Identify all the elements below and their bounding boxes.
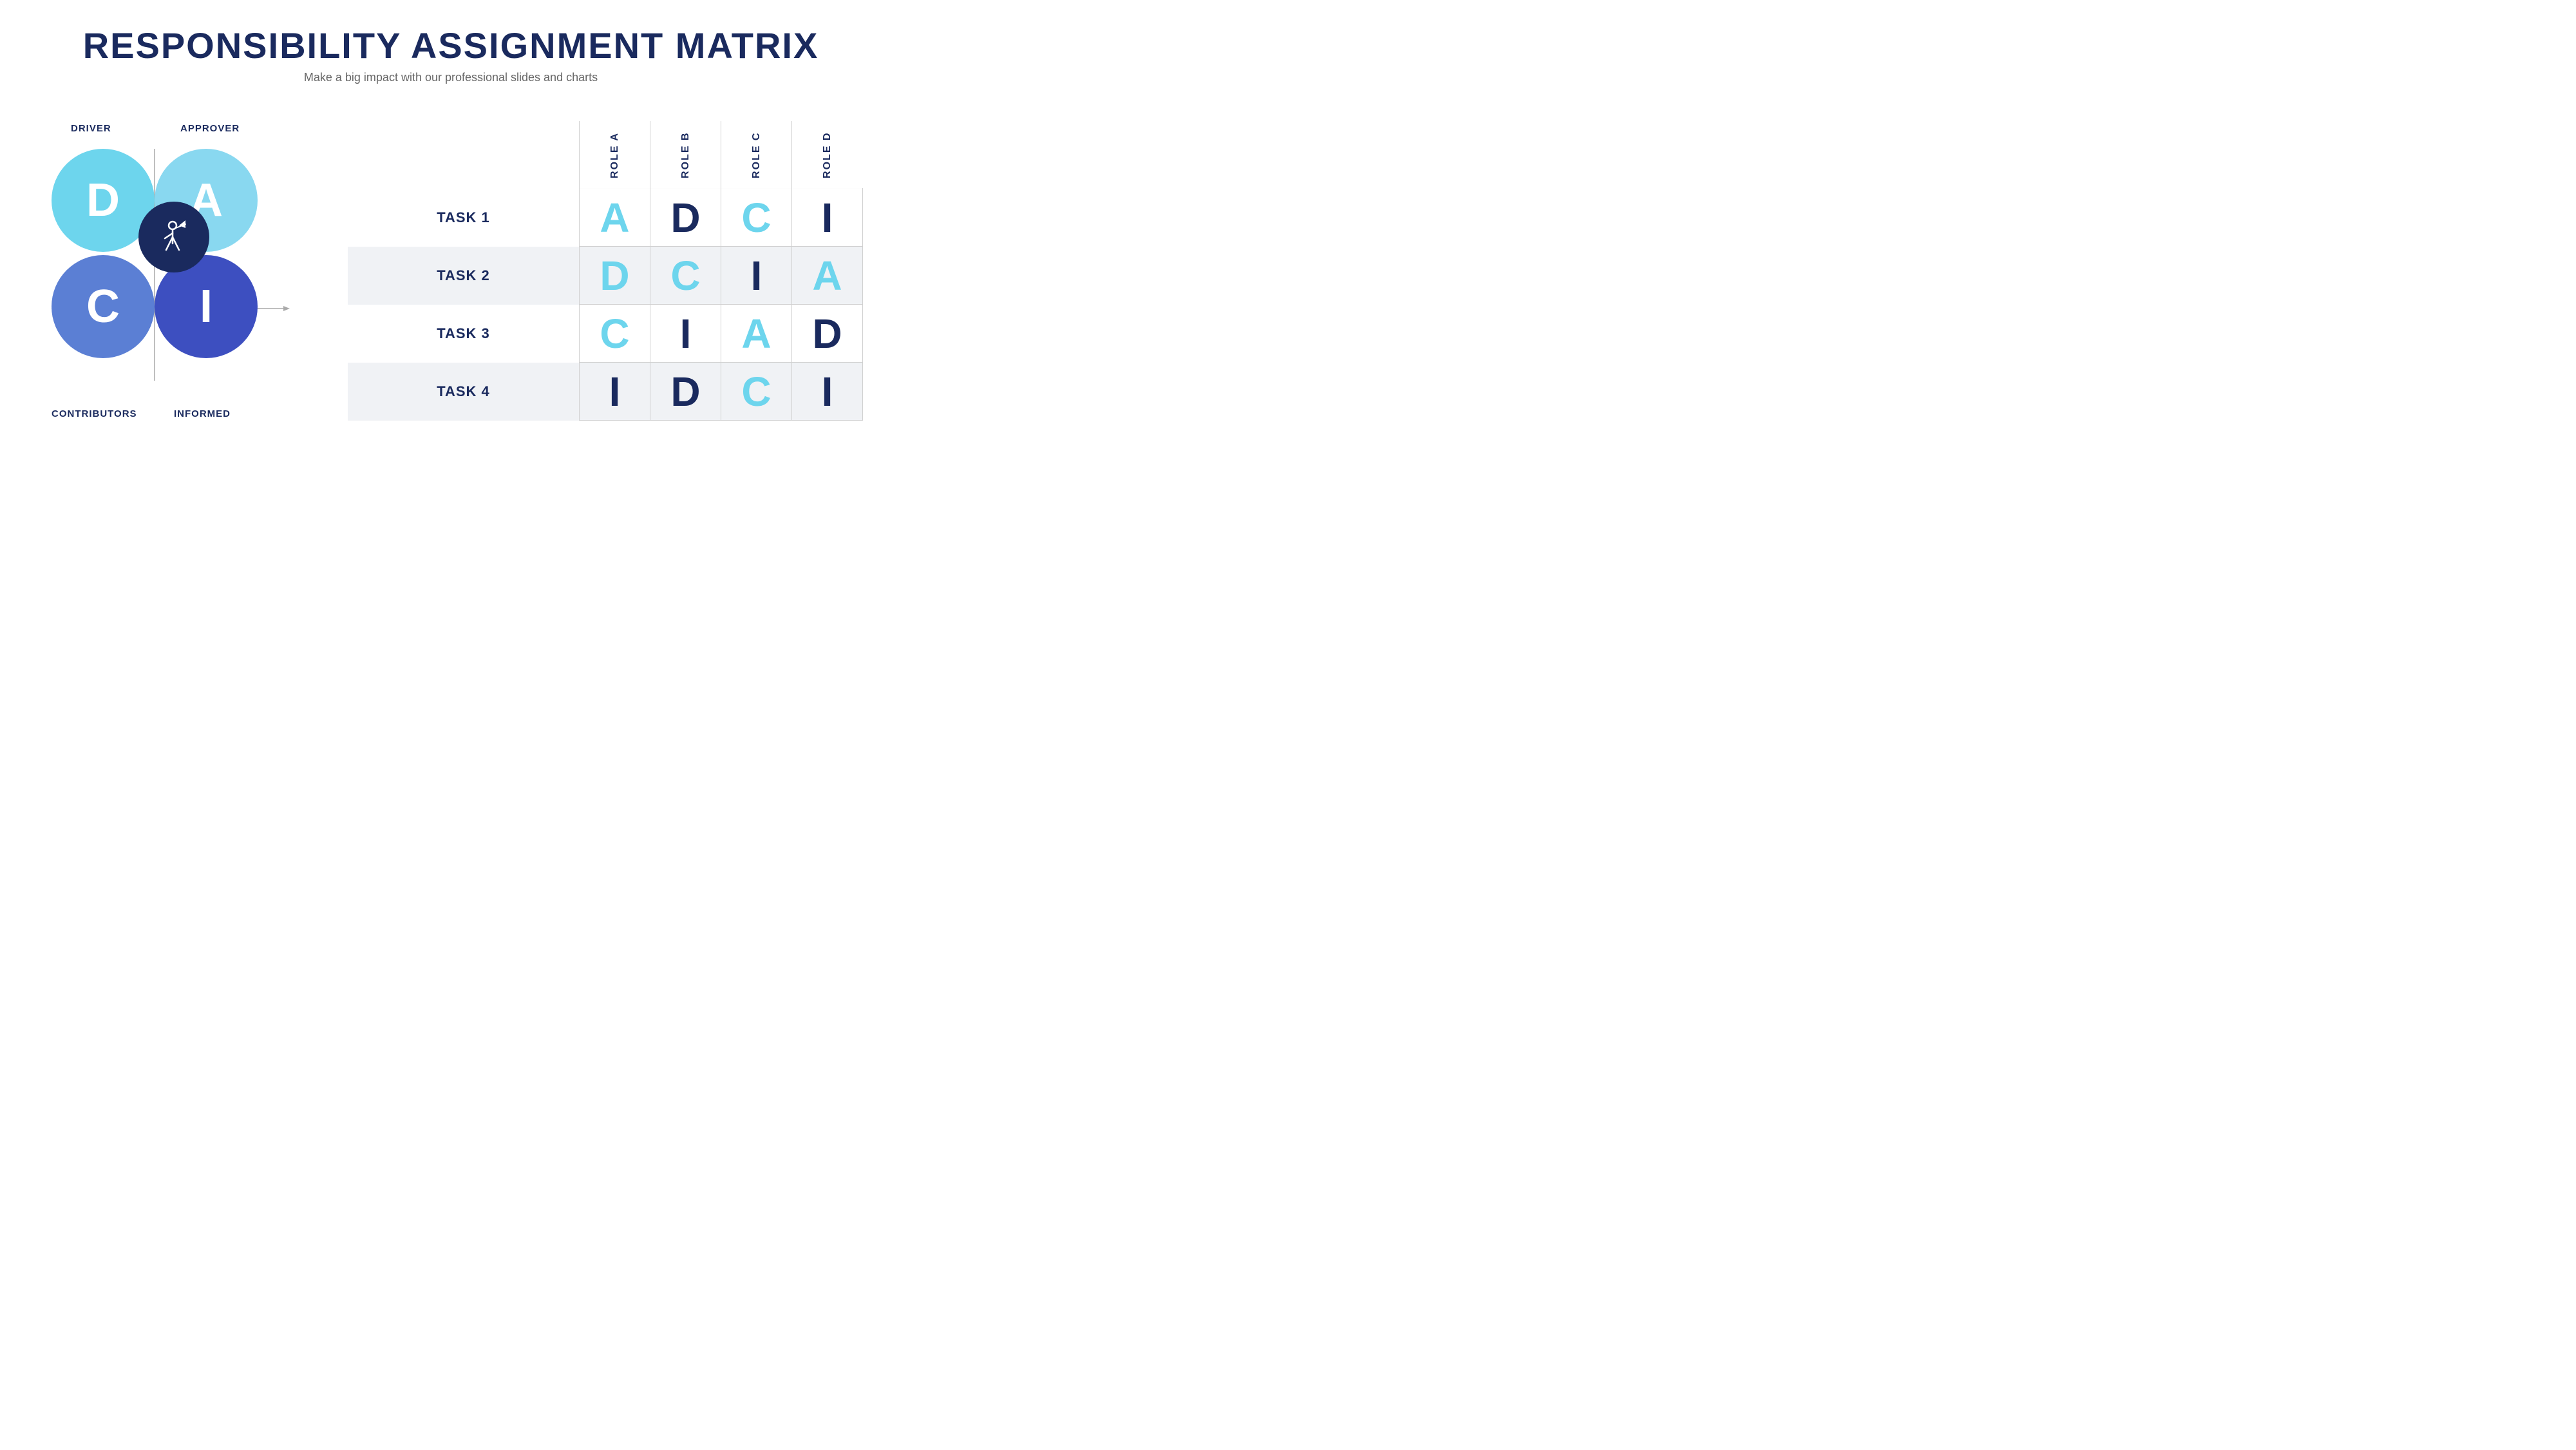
center-icon-circle <box>138 202 209 272</box>
role-a-header: ROLE A <box>580 121 650 189</box>
circle-contributors: C <box>52 255 155 358</box>
task-label-4: TASK 4 <box>348 363 580 421</box>
matrix-header-row: ROLE A ROLE B ROLE C ROLE D <box>348 121 863 189</box>
page-header: RESPONSIBILITY ASSIGNMENT MATRIX Make a … <box>39 26 863 84</box>
matrix-cell-1-2: D <box>650 189 721 247</box>
label-informed: INFORMED <box>174 408 231 419</box>
daci-diagram: DRIVER APPROVER D A C I <box>39 117 309 426</box>
label-approver: APPROVER <box>180 123 240 134</box>
matrix-cell-2-1: D <box>580 247 650 305</box>
label-driver: DRIVER <box>71 123 111 134</box>
matrix-section: ROLE A ROLE B ROLE C ROLE D TASK 1ADCITA… <box>348 121 863 421</box>
task-label-1: TASK 1 <box>348 189 580 247</box>
matrix-cell-1-1: A <box>580 189 650 247</box>
matrix-corner-cell <box>348 121 580 189</box>
matrix-body: TASK 1ADCITASK 2DCIATASK 3CIADTASK 4IDCI <box>348 189 863 421</box>
task-row-4: TASK 4IDCI <box>348 363 863 421</box>
matrix-cell-4-4: I <box>792 363 863 421</box>
matrix-table: ROLE A ROLE B ROLE C ROLE D TASK 1ADCITA… <box>348 121 863 421</box>
task-row-2: TASK 2DCIA <box>348 247 863 305</box>
matrix-cell-1-3: C <box>721 189 792 247</box>
main-content: DRIVER APPROVER D A C I <box>39 117 863 426</box>
matrix-cell-1-4: I <box>792 189 863 247</box>
task-label-2: TASK 2 <box>348 247 580 305</box>
person-flag-icon <box>155 218 193 256</box>
role-d-header: ROLE D <box>792 121 863 189</box>
matrix-cell-2-2: C <box>650 247 721 305</box>
matrix-cell-3-1: C <box>580 305 650 363</box>
matrix-cell-4-3: C <box>721 363 792 421</box>
task-row-1: TASK 1ADCI <box>348 189 863 247</box>
task-row-3: TASK 3CIAD <box>348 305 863 363</box>
matrix-cell-2-4: A <box>792 247 863 305</box>
matrix-cell-4-1: I <box>580 363 650 421</box>
matrix-cell-4-2: D <box>650 363 721 421</box>
role-c-header: ROLE C <box>721 121 792 189</box>
matrix-cell-3-4: D <box>792 305 863 363</box>
page-title: RESPONSIBILITY ASSIGNMENT MATRIX <box>39 26 863 66</box>
matrix-cell-3-2: I <box>650 305 721 363</box>
circles-group: D A C I <box>52 149 296 381</box>
matrix-cell-3-3: A <box>721 305 792 363</box>
task-label-3: TASK 3 <box>348 305 580 363</box>
matrix-cell-2-3: I <box>721 247 792 305</box>
role-b-header: ROLE B <box>650 121 721 189</box>
page-subtitle: Make a big impact with our professional … <box>39 71 863 84</box>
label-contributors: CONTRIBUTORS <box>52 408 137 419</box>
